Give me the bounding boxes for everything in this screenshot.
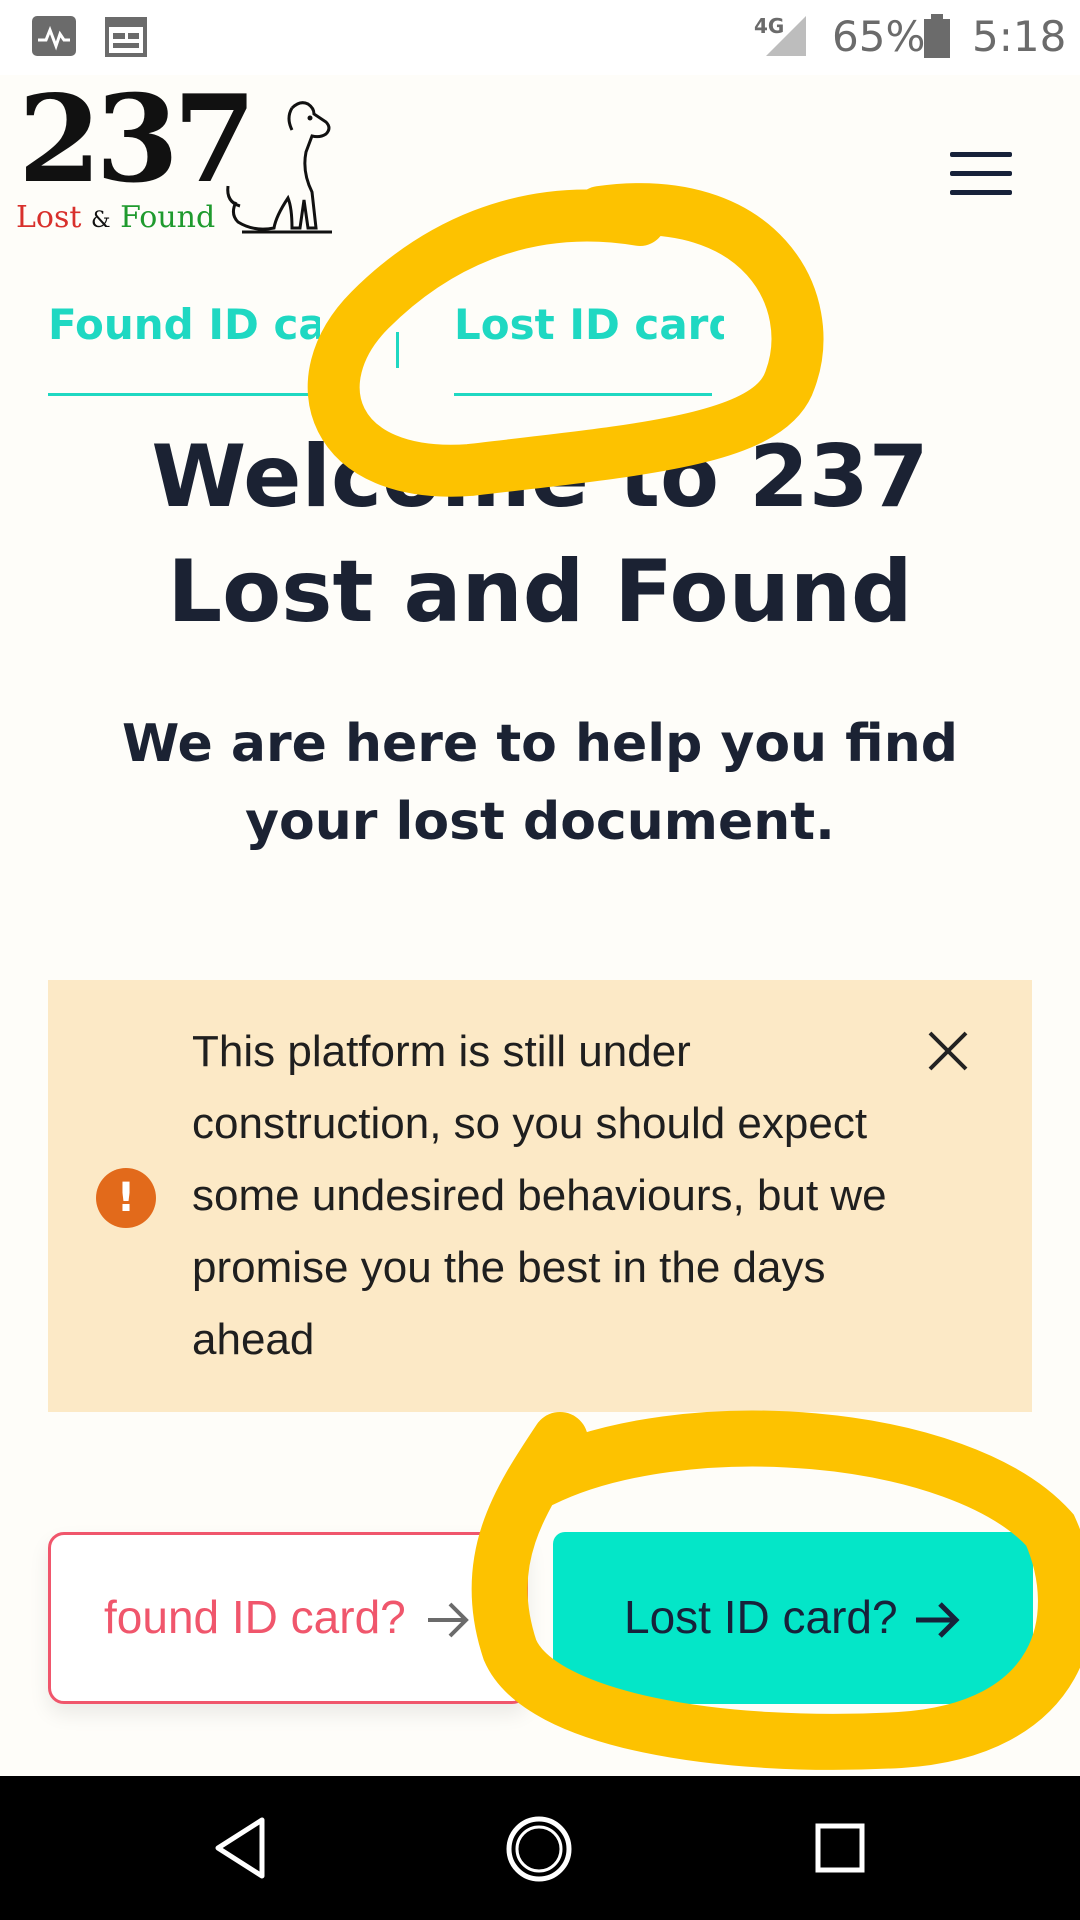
logo-tagline: Lost & Found xyxy=(16,203,215,233)
found-id-card-label: found ID card? xyxy=(104,1591,406,1643)
back-triangle-icon[interactable] xyxy=(212,1816,268,1880)
status-bar: 4G 65% 5:18 xyxy=(0,0,1080,75)
arrow-right-icon xyxy=(428,1602,469,1638)
tab-lost-underline xyxy=(454,393,712,396)
dog-icon xyxy=(226,101,332,234)
recents-square-icon[interactable] xyxy=(814,1822,866,1874)
logo-amp: & xyxy=(90,208,111,233)
lost-id-card-label: Lost ID card? xyxy=(624,1591,898,1643)
hamburger-menu-icon[interactable] xyxy=(950,150,1016,196)
tab-lost-label: Lost ID card xyxy=(454,300,724,349)
calendar-icon xyxy=(105,17,147,57)
tab-lost-id-card[interactable]: Lost ID card xyxy=(454,300,724,349)
home-circle-icon[interactable] xyxy=(504,1814,574,1884)
navigation-bar xyxy=(0,1776,1080,1920)
logo-lost: Lost xyxy=(16,200,82,235)
clock: 5:18 xyxy=(972,12,1067,61)
tab-found-underline xyxy=(48,393,320,396)
logo-found: Found xyxy=(120,200,216,235)
exclamation-icon: ! xyxy=(96,1168,156,1228)
page-title: Welcome to 237 Lost and Found xyxy=(151,427,929,642)
page-subtitle: We are here to help you find your lost d… xyxy=(122,714,958,852)
battery-icon xyxy=(924,14,950,58)
tab-found-label: Found ID card xyxy=(48,300,320,349)
signal-icon xyxy=(766,16,806,56)
battery-percent: 65% xyxy=(832,12,926,61)
activity-icon xyxy=(32,16,76,56)
tab-found-id-card[interactable]: Found ID card xyxy=(48,300,320,349)
alert-message: This platform is still under constructio… xyxy=(192,1027,887,1364)
close-icon[interactable] xyxy=(924,1027,972,1075)
tab-separator xyxy=(396,332,399,368)
arrow-right-icon xyxy=(916,1602,960,1638)
logo-number: 237 xyxy=(18,69,256,210)
logo[interactable]: 237 Lost & Found xyxy=(0,80,360,240)
